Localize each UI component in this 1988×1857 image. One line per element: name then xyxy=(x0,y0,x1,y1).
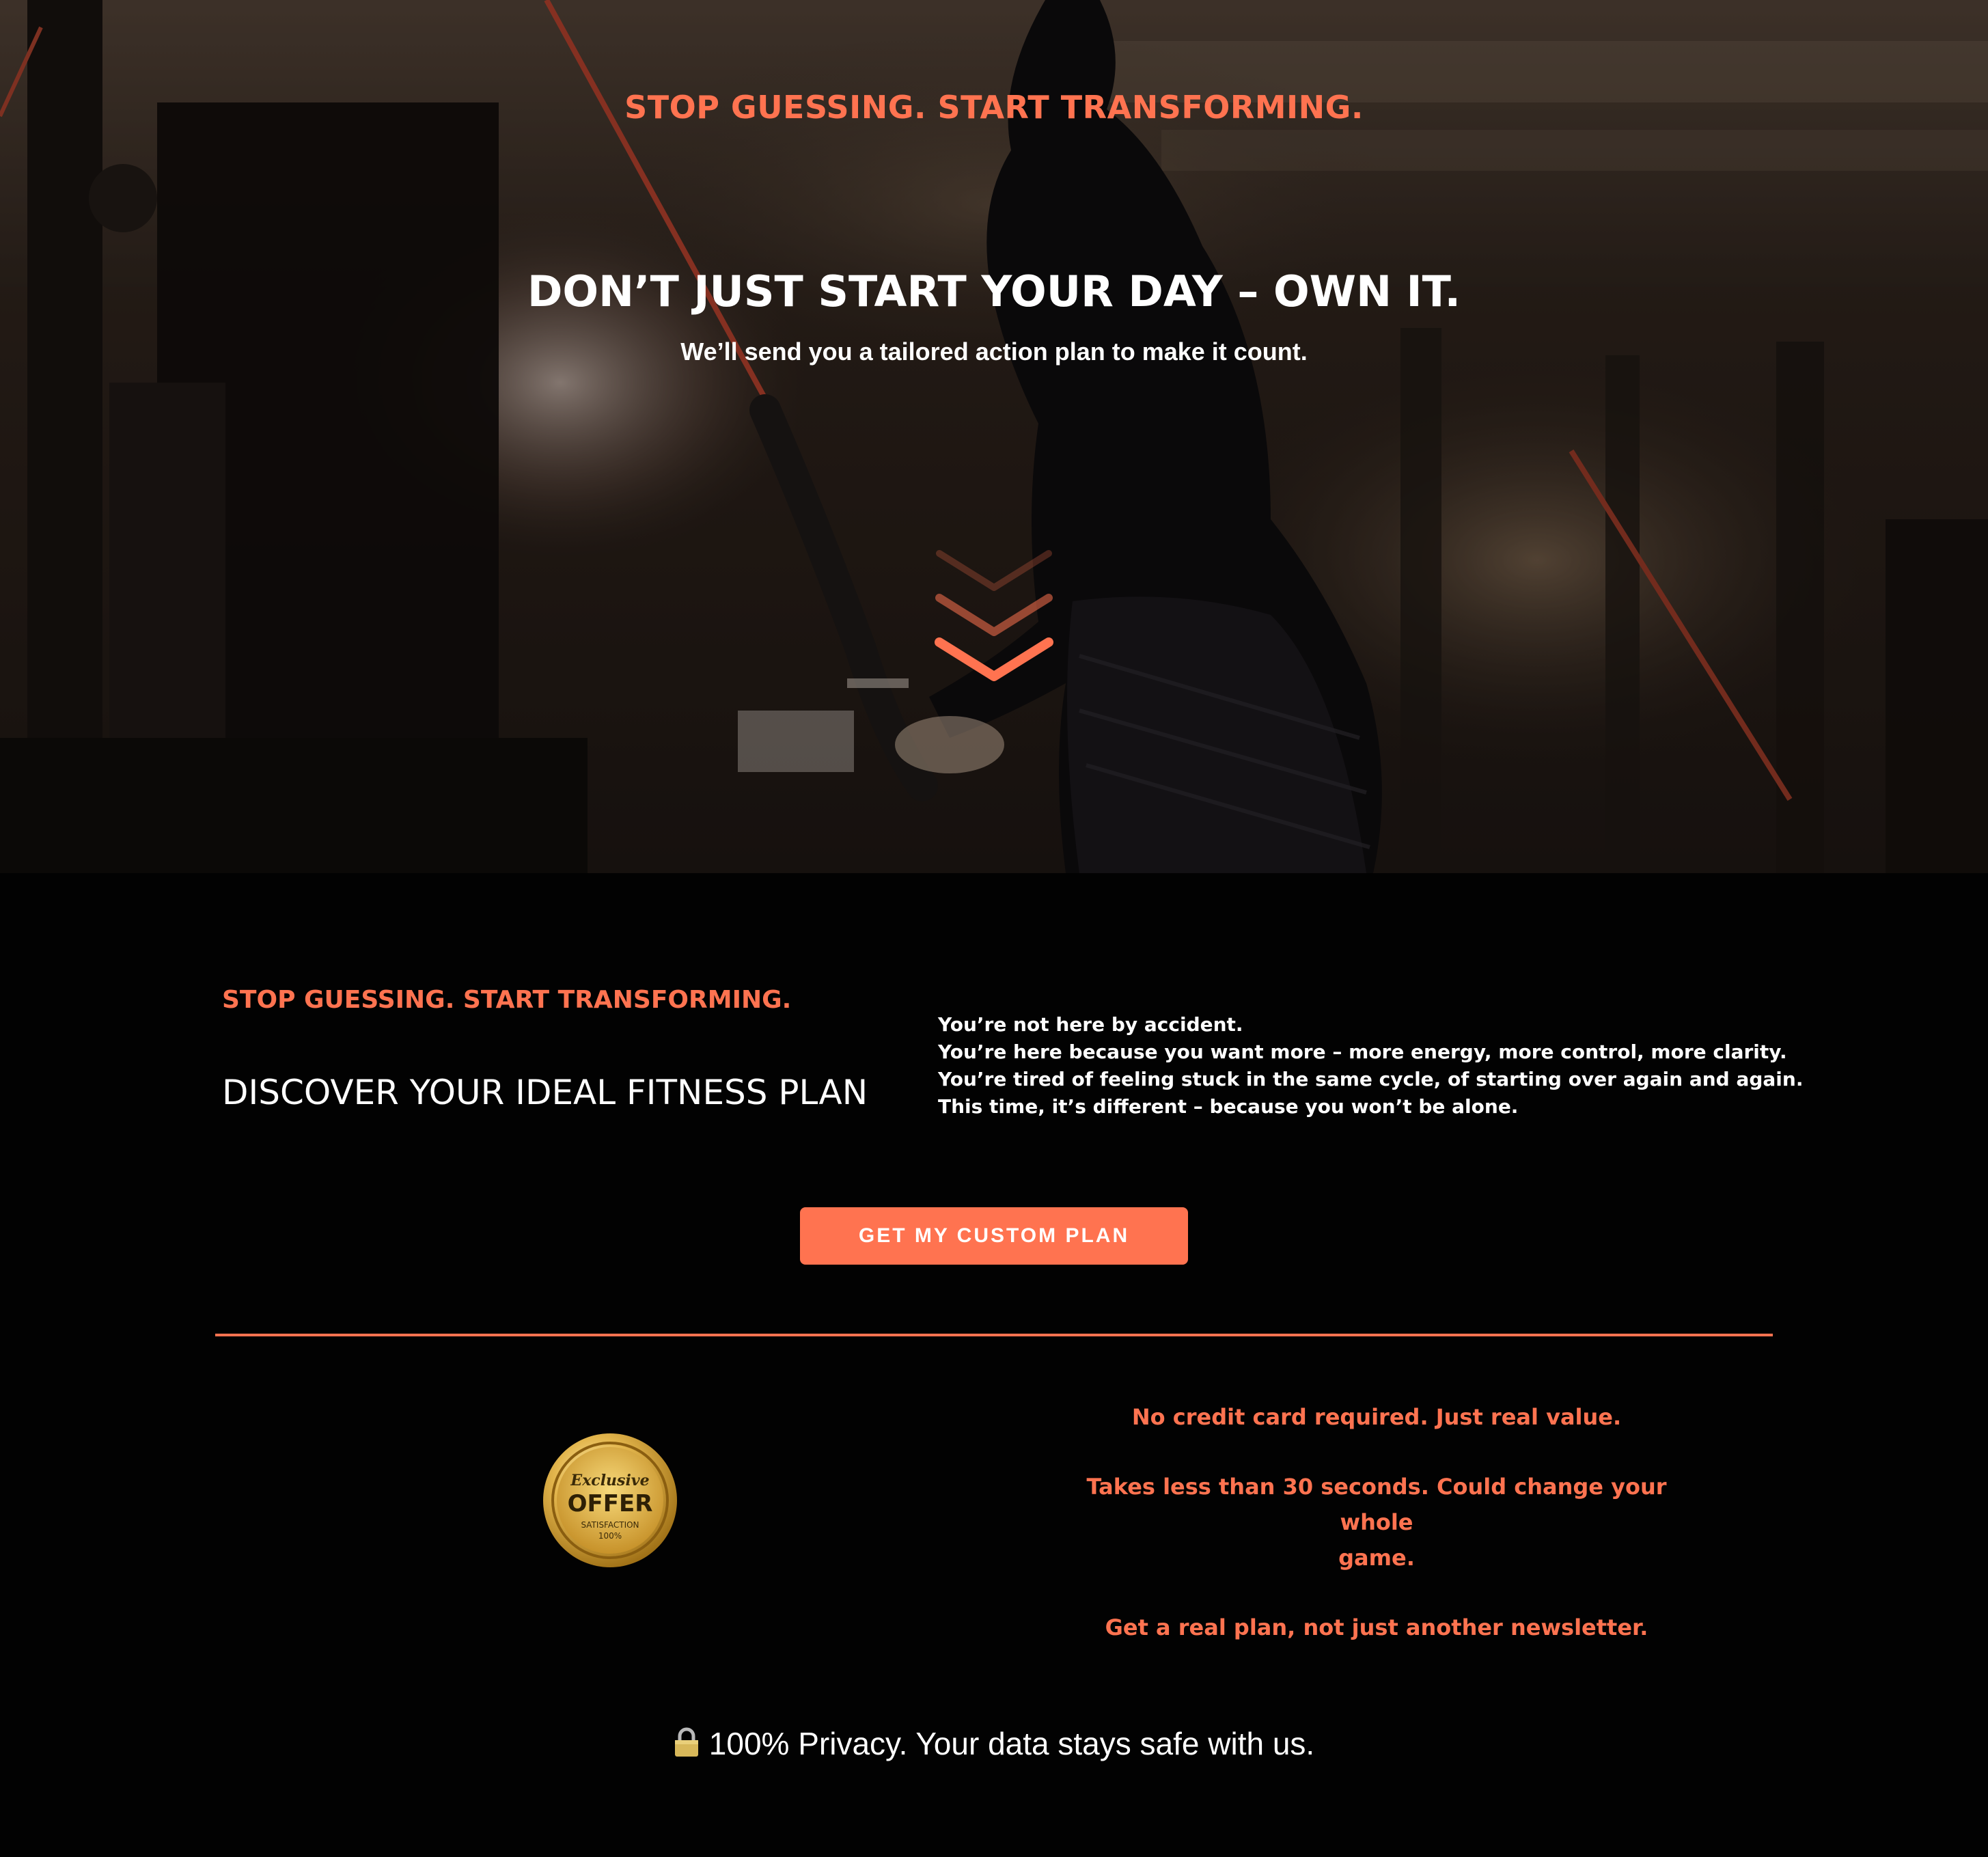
intro-line: This time, it’s different – because you … xyxy=(938,1095,1519,1118)
benefit-no-credit-card: No credit card required. Just real value… xyxy=(1131,1404,1622,1430)
benefit-real-plan: Get a real plan, not just another newsle… xyxy=(1105,1614,1648,1640)
landing-page: STOP GUESSING. START TRANSFORMING. DON’T… xyxy=(0,0,1988,1857)
hero-overlay xyxy=(0,0,1988,873)
hero-section: STOP GUESSING. START TRANSFORMING. DON’T… xyxy=(0,0,1988,873)
benefit-30-seconds-cont: game. xyxy=(1338,1545,1415,1571)
badge-percent-text: 100% xyxy=(598,1531,622,1541)
hero-subtitle: We’ll send you a tailored action plan to… xyxy=(680,338,1308,366)
badge-sub-text: SATISFACTION xyxy=(581,1520,639,1530)
privacy-notice: 100% Privacy. Your data stays safe with … xyxy=(0,1725,1988,1762)
intro-line: You’re tired of feeling stuck in the sam… xyxy=(938,1068,1804,1090)
hero-kicker: STOP GUESSING. START TRANSFORMING. xyxy=(624,89,1364,126)
get-custom-plan-button[interactable]: GET MY CUSTOM PLAN xyxy=(800,1207,1188,1265)
intro-line: You’re not here by accident. xyxy=(938,1013,1243,1036)
offer-benefits: No credit card required. Just real value… xyxy=(1052,1399,1701,1645)
badge-top-text: Exclusive xyxy=(570,1472,649,1489)
section-kicker: STOP GUESSING. START TRANSFORMING. xyxy=(222,986,792,1014)
intro-line: You’re here because you want more – more… xyxy=(938,1041,1787,1063)
chevron-down-icon[interactable] xyxy=(926,547,1062,697)
hero-title: DON’T JUST START YOUR DAY – OWN IT. xyxy=(527,266,1461,316)
benefit-30-seconds: Takes less than 30 seconds. Could change… xyxy=(1086,1474,1667,1535)
section-divider xyxy=(215,1334,1773,1336)
privacy-text: 100% Privacy. Your data stays safe with … xyxy=(708,1726,1315,1761)
badge-main-text: OFFER xyxy=(568,1490,653,1517)
intro-paragraph: You’re not here by accident. You’re here… xyxy=(938,1011,1804,1120)
exclusive-offer-badge: Exclusive OFFER SATISFACTION 100% xyxy=(543,1433,677,1567)
lock-icon xyxy=(674,1727,698,1757)
section-heading: DISCOVER YOUR IDEAL FITNESS PLAN xyxy=(222,1073,868,1112)
